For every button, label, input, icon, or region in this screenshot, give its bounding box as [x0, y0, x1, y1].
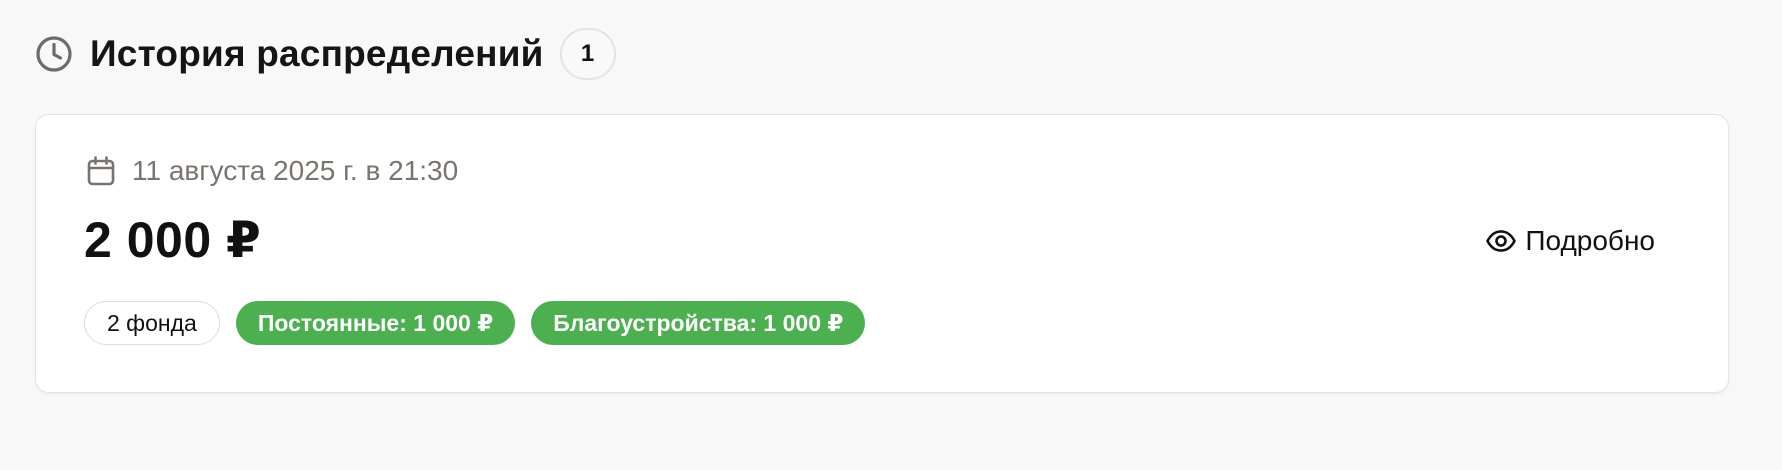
- distribution-date: 11 августа 2025 г. в 21:30: [86, 154, 458, 188]
- distribution-card: 11 августа 2025 г. в 21:30 2 000 ₽ 2 фон…: [35, 114, 1729, 393]
- distribution-amount: 2 000 ₽: [84, 212, 262, 268]
- eye-icon: [1485, 225, 1517, 257]
- calendar-icon: [86, 155, 116, 187]
- funds-count-chip: 2 фонда: [84, 301, 220, 345]
- date-text: 11 августа 2025 г. в 21:30: [132, 155, 459, 186]
- section-title: История распределений: [90, 33, 544, 74]
- count-badge: 1: [559, 28, 616, 80]
- fund-chips: 2 фонда Постоянные: 1 000 ₽ Благоустройс…: [84, 301, 866, 345]
- fund-chip-permanent: Постоянные: 1 000 ₽: [235, 301, 516, 345]
- fund-chip-improvement: Благоустройства: 1 000 ₽: [531, 301, 866, 345]
- clock-icon: [34, 34, 74, 74]
- history-header: История распределений 1: [34, 28, 616, 80]
- details-label: Подробно: [1525, 225, 1655, 256]
- details-button[interactable]: Подробно: [1485, 221, 1655, 261]
